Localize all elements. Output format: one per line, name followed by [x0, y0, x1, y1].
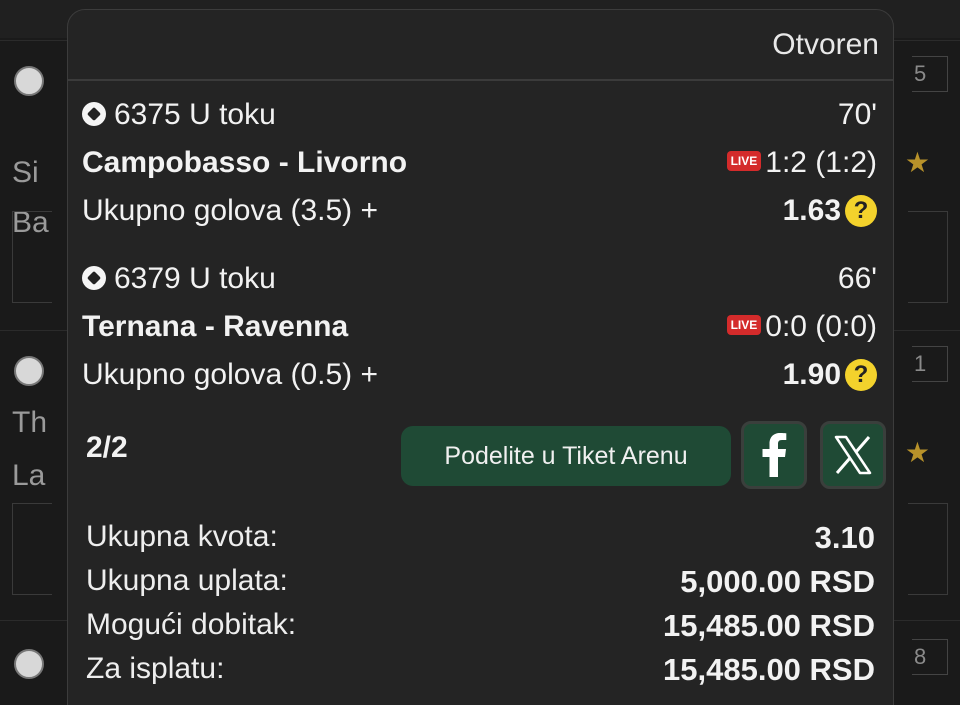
soccer-ball-icon: [82, 266, 106, 290]
question-icon[interactable]: ?: [845, 359, 877, 391]
soccer-ball-icon: [14, 66, 44, 96]
bet-type: Ukupno golova (3.5) +: [82, 194, 379, 227]
star-icon[interactable]: ★: [905, 146, 930, 179]
summary-label: Za isplatu:: [86, 652, 225, 685]
background-text: Si: [12, 156, 39, 189]
background-box: [12, 211, 52, 303]
summary-value: 5,000.00 RSD: [680, 564, 875, 599]
ticket-detail-modal: Otvoren 6375 U toku 70' Campobasso - Liv…: [67, 9, 894, 705]
match-score: 1:2 (1:2): [765, 146, 877, 179]
summary-row-payout: Za isplatu: 15,485.00 RSD: [86, 652, 875, 696]
bet-odd: 1.90: [782, 358, 841, 391]
match-score-wrap: LIVE 1:2 (1:2): [726, 146, 877, 180]
summary-row-possible-win: Mogući dobitak: 15,485.00 RSD: [86, 608, 875, 652]
live-badge: LIVE: [726, 151, 762, 171]
match-teams: Campobasso - Livorno: [82, 146, 408, 179]
summary-value: 3.10: [814, 520, 875, 555]
match-bet-row: Ukupno golova (0.5) + 1.90 ?: [82, 358, 877, 398]
star-icon[interactable]: ★: [905, 436, 930, 469]
summary-value: 15,485.00 RSD: [663, 652, 875, 687]
soccer-ball-icon: [82, 102, 106, 126]
bet-odd: 1.63: [782, 194, 841, 227]
background-number: 5: [912, 56, 948, 92]
odd-wrap: 1.90 ?: [783, 358, 877, 392]
match-counter: 2/2: [86, 431, 128, 464]
match-score: 0:0 (0:0): [765, 310, 877, 343]
soccer-ball-icon: [14, 649, 44, 679]
background-text: La: [12, 459, 46, 492]
summary-row-stake: Ukupna uplata: 5,000.00 RSD: [86, 564, 875, 608]
soccer-ball-icon: [14, 356, 44, 386]
share-tiket-arena-button[interactable]: Podelite u Tiket Arenu: [401, 426, 731, 486]
summary-label: Ukupna kvota:: [86, 520, 278, 553]
match-header-row: 6375 U toku 70': [82, 98, 877, 138]
background-box: [908, 211, 948, 303]
match-teams-row: Ternana - Ravenna LIVE 0:0 (0:0): [82, 310, 877, 350]
match-code: 6379 U toku: [82, 262, 276, 296]
match-code-status: 6375 U toku: [114, 98, 276, 131]
match-bet-row: Ukupno golova (3.5) + 1.63 ?: [82, 194, 877, 234]
background-box: [908, 503, 948, 595]
x-share-button[interactable]: [820, 421, 886, 489]
odd-wrap: 1.63 ?: [783, 194, 877, 228]
match-code: 6375 U toku: [82, 98, 276, 132]
facebook-icon: [762, 433, 787, 477]
summary-row-total-odds: Ukupna kvota: 3.10: [86, 520, 875, 564]
match-score-wrap: LIVE 0:0 (0:0): [726, 310, 877, 344]
facebook-share-button[interactable]: [741, 421, 807, 489]
background-box: [12, 503, 52, 595]
match-header-row: 6379 U toku 66': [82, 262, 877, 302]
match-code-status: 6379 U toku: [114, 262, 276, 295]
match-minute: 70': [837, 98, 877, 131]
summary-label: Mogući dobitak:: [86, 608, 297, 641]
background-text: Th: [12, 406, 48, 439]
ticket-status: Otvoren: [772, 28, 879, 61]
background-number: 8: [912, 639, 948, 675]
bet-type: Ukupno golova (0.5) +: [82, 358, 379, 391]
live-badge: LIVE: [726, 315, 762, 335]
match-teams-row: Campobasso - Livorno LIVE 1:2 (1:2): [82, 146, 877, 186]
summary-value: 15,485.00 RSD: [663, 608, 875, 643]
modal-header: Otvoren: [68, 10, 893, 81]
summary-label: Ukupna uplata:: [86, 564, 288, 597]
x-logo-icon: [834, 435, 872, 475]
background-number: 1: [912, 346, 948, 382]
ticket-summary: Ukupna kvota: 3.10 Ukupna uplata: 5,000.…: [86, 520, 875, 696]
match-teams: Ternana - Ravenna: [82, 310, 349, 343]
question-icon[interactable]: ?: [845, 195, 877, 227]
match-minute: 66': [837, 262, 877, 295]
